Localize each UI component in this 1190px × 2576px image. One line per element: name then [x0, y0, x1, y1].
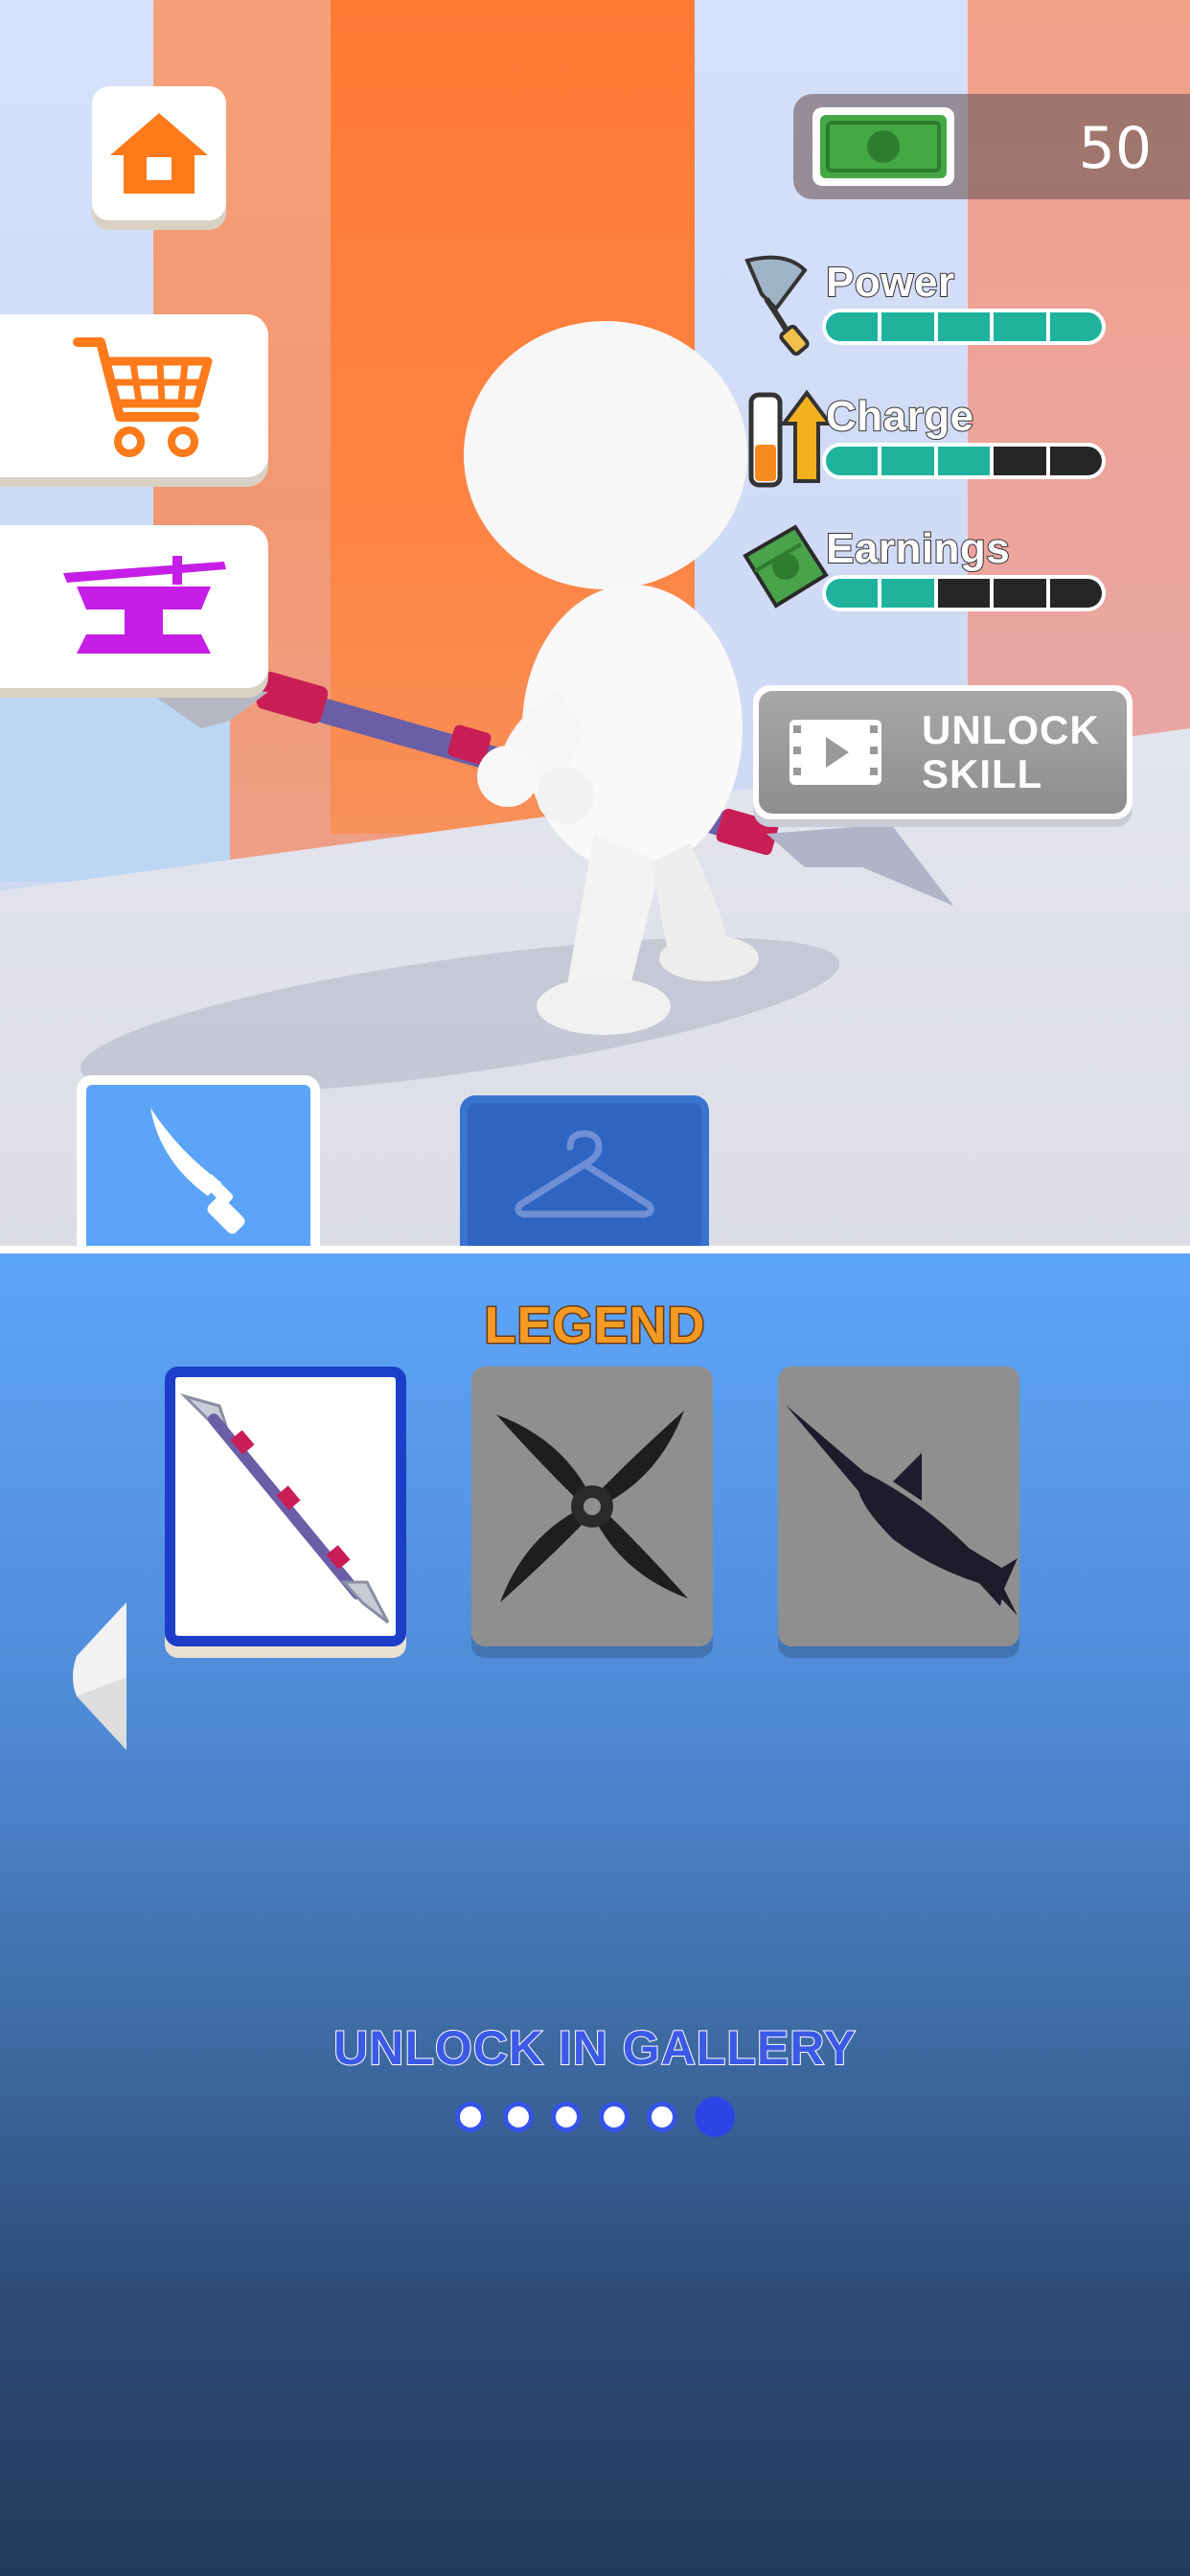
stat-earnings: Earnings [738, 524, 1140, 631]
knife-icon [150, 1108, 245, 1234]
shopping-cart-icon [73, 337, 213, 457]
weapon-slot-3[interactable] [778, 1367, 1019, 1646]
page-dot[interactable] [647, 2102, 677, 2132]
page-dot[interactable] [551, 2102, 582, 2132]
shuriken-icon [496, 1411, 688, 1602]
shop-button[interactable] [0, 314, 268, 477]
weapon-slot-2[interactable] [471, 1367, 713, 1646]
hanger-icon [515, 1130, 654, 1218]
rarity-title: LEGEND [483, 1296, 706, 1356]
forge-button[interactable] [0, 525, 268, 688]
stat-bar-segment [937, 447, 991, 475]
page-dot[interactable] [695, 2097, 735, 2137]
tab-weapons[interactable] [77, 1075, 320, 1257]
stat-earnings-label: Earnings [825, 524, 1011, 573]
page-dot[interactable] [455, 2102, 486, 2132]
money-counter: 50 [793, 94, 1190, 199]
unlock-skill-label-line1: UNLOCK [922, 707, 1100, 752]
weapon-slot-1[interactable] [165, 1367, 406, 1646]
page-indicator [0, 2097, 1190, 2137]
stat-charge-bar [822, 443, 1106, 479]
sword-power-icon [744, 255, 810, 356]
stat-earnings-bar [822, 575, 1106, 611]
earnings-cash-icon [743, 524, 829, 609]
anvil-forge-icon [63, 556, 226, 654]
unlock-skill-label-line2: SKILL [922, 751, 1043, 796]
stat-charge-label: Charge [825, 392, 974, 441]
stat-power: Power [738, 255, 1140, 364]
stat-bar-segment [826, 579, 879, 608]
stat-power-bar [822, 309, 1106, 345]
charge-potion-icon [748, 389, 834, 488]
stat-bar-segment [1049, 312, 1103, 341]
stat-bar-segment [994, 447, 1046, 475]
home-button[interactable] [92, 86, 226, 220]
stat-power-label: Power [825, 258, 955, 307]
weapon-selection-panel: LEGEND UNLOCK IN GALLERY [0, 1246, 1190, 2576]
stat-bar-segment [994, 312, 1046, 341]
previous-page-arrow[interactable] [71, 1600, 128, 1752]
unlock-skill-label: UNLOCK SKILL [922, 708, 1100, 796]
stat-bar-segment [881, 579, 934, 608]
swordfish-icon [786, 1405, 1018, 1616]
stat-bar-segment [881, 312, 934, 341]
home-icon [110, 113, 208, 194]
stat-bar-segment [937, 579, 991, 608]
page-dot[interactable] [599, 2102, 629, 2132]
stat-bar-segment [994, 579, 1046, 608]
video-ad-icon [790, 720, 881, 785]
stat-charge: Charge [738, 389, 1140, 498]
cash-icon [812, 107, 954, 186]
stat-bar-segment [826, 312, 879, 341]
stat-bar-segment [1049, 579, 1103, 608]
stat-bar-segment [826, 447, 879, 475]
unlock-in-gallery-text: UNLOCK IN GALLERY [332, 2020, 857, 2076]
double-blade-staff-icon [179, 1393, 390, 1624]
tab-outfits[interactable] [460, 1095, 709, 1249]
stat-bar-segment [881, 447, 934, 475]
stat-bar-segment [937, 312, 991, 341]
page-dot[interactable] [503, 2102, 534, 2132]
stat-bar-segment [1049, 447, 1103, 475]
unlock-skill-button[interactable]: UNLOCK SKILL [753, 685, 1133, 819]
money-value: 50 [1078, 115, 1152, 182]
